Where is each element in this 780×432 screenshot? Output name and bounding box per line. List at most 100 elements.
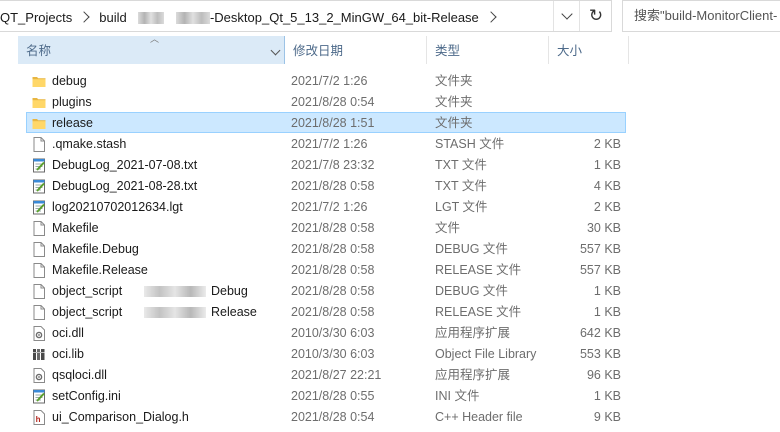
file-size: 4 KB xyxy=(593,179,621,193)
file-date: 2021/8/28 0:58 xyxy=(291,284,375,298)
notepad-icon xyxy=(33,179,45,194)
file-name-suffix: Debug xyxy=(211,284,248,298)
notepad-icon xyxy=(33,200,45,215)
folder-icon xyxy=(32,77,46,87)
file-icon xyxy=(32,284,46,299)
file-icon xyxy=(32,221,46,236)
file-size: 1 KB xyxy=(593,389,621,403)
file-type: LGT 文件 xyxy=(435,200,488,214)
file-date: 2021/7/2 1:26 xyxy=(291,200,368,214)
file-date: 2021/8/28 0:58 xyxy=(291,179,375,193)
file-date: 2021/7/2 1:26 xyxy=(291,137,368,151)
file-size: 30 KB xyxy=(586,221,621,235)
chevron-down-icon xyxy=(561,8,573,20)
file-date: 2010/3/30 6:03 xyxy=(291,347,375,361)
file-row[interactable]: log20210702012634.lgt 2021/7/2 1:26 LGT 文件… xyxy=(26,196,626,217)
file-row[interactable]: h ui_Comparison_Dialog.h 2021/8/28 0:54 C++… xyxy=(26,406,626,427)
dll-icon xyxy=(33,368,45,383)
file-date: 2021/8/28 0:58 xyxy=(291,221,375,235)
folder-icon xyxy=(32,116,46,131)
file-date: 2021/8/27 22:21 xyxy=(291,368,382,382)
file-name: oci.dll xyxy=(52,326,84,340)
file-type: TXT 文件 xyxy=(435,158,487,172)
file-row[interactable]: plugins 2021/8/28 0:54 文件夹 xyxy=(26,91,626,112)
file-date: 2021/8/28 0:54 xyxy=(291,95,375,109)
lib-icon xyxy=(32,347,46,362)
notepad-icon xyxy=(32,179,46,194)
file-name: .qmake.stash xyxy=(52,137,127,151)
file-row[interactable]: qsqloci.dll 2021/8/27 22:21 应用程序扩展 96 KB xyxy=(26,364,626,385)
chevron-right-icon[interactable] xyxy=(78,11,90,23)
search-input[interactable]: 搜索"build-MonitorClient- xyxy=(622,0,780,32)
file-name: release xyxy=(52,116,93,130)
breadcrumb-build[interactable]: build -Desktop_Qt_5_13_2_MinGW_64_bit-Re… xyxy=(99,10,479,25)
file-icon xyxy=(32,242,46,257)
file-row[interactable]: Makefile.Release 2021/8/28 0:58 RELEASE 文件… xyxy=(26,259,626,280)
notepad-icon xyxy=(32,389,46,404)
file-type: STASH 文件 xyxy=(435,137,505,151)
redacted-text xyxy=(175,12,210,25)
file-list: debug 2021/7/2 1:26 文件夹 plugins 2021/8/28 0:… xyxy=(26,70,626,427)
notepad-icon xyxy=(32,158,46,173)
chevron-down-icon[interactable] xyxy=(270,45,281,56)
file-type: C++ Header file xyxy=(435,410,523,424)
notepad-icon xyxy=(33,158,45,173)
file-row[interactable]: object_script Debug 2021/8/28 0:58 DEBUG 文件… xyxy=(26,280,626,301)
folder-icon xyxy=(32,74,46,89)
lib-icon xyxy=(33,349,45,360)
breadcrumb: QT_Projects build -Desktop_Qt_5_13_2_Min… xyxy=(0,1,506,33)
file-name: Makefile.Debug xyxy=(52,242,139,256)
column-type[interactable]: 类型 xyxy=(427,36,549,64)
dll-icon xyxy=(32,368,46,383)
file-size: 9 KB xyxy=(593,410,621,424)
column-name[interactable]: ︿ 名称 xyxy=(18,34,285,64)
column-date[interactable]: 修改日期 xyxy=(285,36,427,64)
notepad-icon xyxy=(33,389,45,404)
file-name: DebugLog_2021-07-08.txt xyxy=(52,158,198,172)
file-name: ui_Comparison_Dialog.h xyxy=(52,410,189,424)
file-type: 应用程序扩展 xyxy=(435,368,511,382)
file-date: 2021/8/28 1:51 xyxy=(291,116,375,130)
sort-ascending-icon: ︿ xyxy=(150,34,160,44)
file-name: object_script xyxy=(52,305,123,319)
file-row[interactable]: oci.dll 2010/3/30 6:03 应用程序扩展 642 KB xyxy=(26,322,626,343)
file-row[interactable]: release 2021/8/28 1:51 文件夹 xyxy=(26,112,626,133)
file-name: debug xyxy=(52,74,87,88)
file-size: 1 KB xyxy=(593,284,621,298)
breadcrumb-qt-projects[interactable]: QT_Projects xyxy=(0,10,72,25)
file-size: 2 KB xyxy=(593,200,621,214)
file-type: Object File Library xyxy=(435,347,537,361)
file-name: DebugLog_2021-08-28.txt xyxy=(52,179,198,193)
file-size: 2 KB xyxy=(593,137,621,151)
file-icon xyxy=(33,305,45,320)
dll-icon xyxy=(33,326,45,341)
file-type: RELEASE 文件 xyxy=(435,305,522,319)
refresh-icon: ↻ xyxy=(588,6,604,25)
file-date: 2021/7/2 1:26 xyxy=(291,74,368,88)
file-type: 文件夹 xyxy=(435,95,473,109)
file-icon xyxy=(32,305,46,320)
file-row[interactable]: oci.lib 2010/3/30 6:03 Object File Library… xyxy=(26,343,626,364)
refresh-button[interactable]: ↻ xyxy=(579,1,612,31)
column-size[interactable]: 大小 xyxy=(549,36,629,64)
address-bar[interactable]: QT_Projects build -Desktop_Qt_5_13_2_Min… xyxy=(0,0,612,32)
file-icon xyxy=(33,242,45,257)
file-date: 2010/3/30 6:03 xyxy=(291,326,375,340)
file-row[interactable]: Makefile.Debug 2021/8/28 0:58 DEBUG 文件 557 … xyxy=(26,238,626,259)
file-type: INI 文件 xyxy=(435,389,480,403)
file-icon xyxy=(33,284,45,299)
file-row[interactable]: object_script Release 2021/8/28 0:58 RELEAS… xyxy=(26,301,626,322)
chevron-right-icon[interactable] xyxy=(485,11,497,23)
file-row[interactable]: debug 2021/7/2 1:26 文件夹 xyxy=(26,70,626,91)
address-dropdown-button[interactable] xyxy=(553,1,580,31)
file-row[interactable]: setConfig.ini 2021/8/28 0:55 INI 文件 1 KB xyxy=(26,385,626,406)
file-row[interactable]: Makefile 2021/8/28 0:58 文件 30 KB xyxy=(26,217,626,238)
file-size: 1 KB xyxy=(593,158,621,172)
file-row[interactable]: DebugLog_2021-07-08.txt 2021/7/8 23:32 TXT… xyxy=(26,154,626,175)
folder-icon xyxy=(32,119,46,129)
file-row[interactable]: DebugLog_2021-08-28.txt 2021/8/28 0:58 TXT… xyxy=(26,175,626,196)
file-row[interactable]: .qmake.stash 2021/7/2 1:26 STASH 文件 2 KB xyxy=(26,133,626,154)
file-size: 557 KB xyxy=(579,263,621,277)
file-type: 文件夹 xyxy=(435,74,473,88)
file-date: 2021/8/28 0:58 xyxy=(291,263,375,277)
